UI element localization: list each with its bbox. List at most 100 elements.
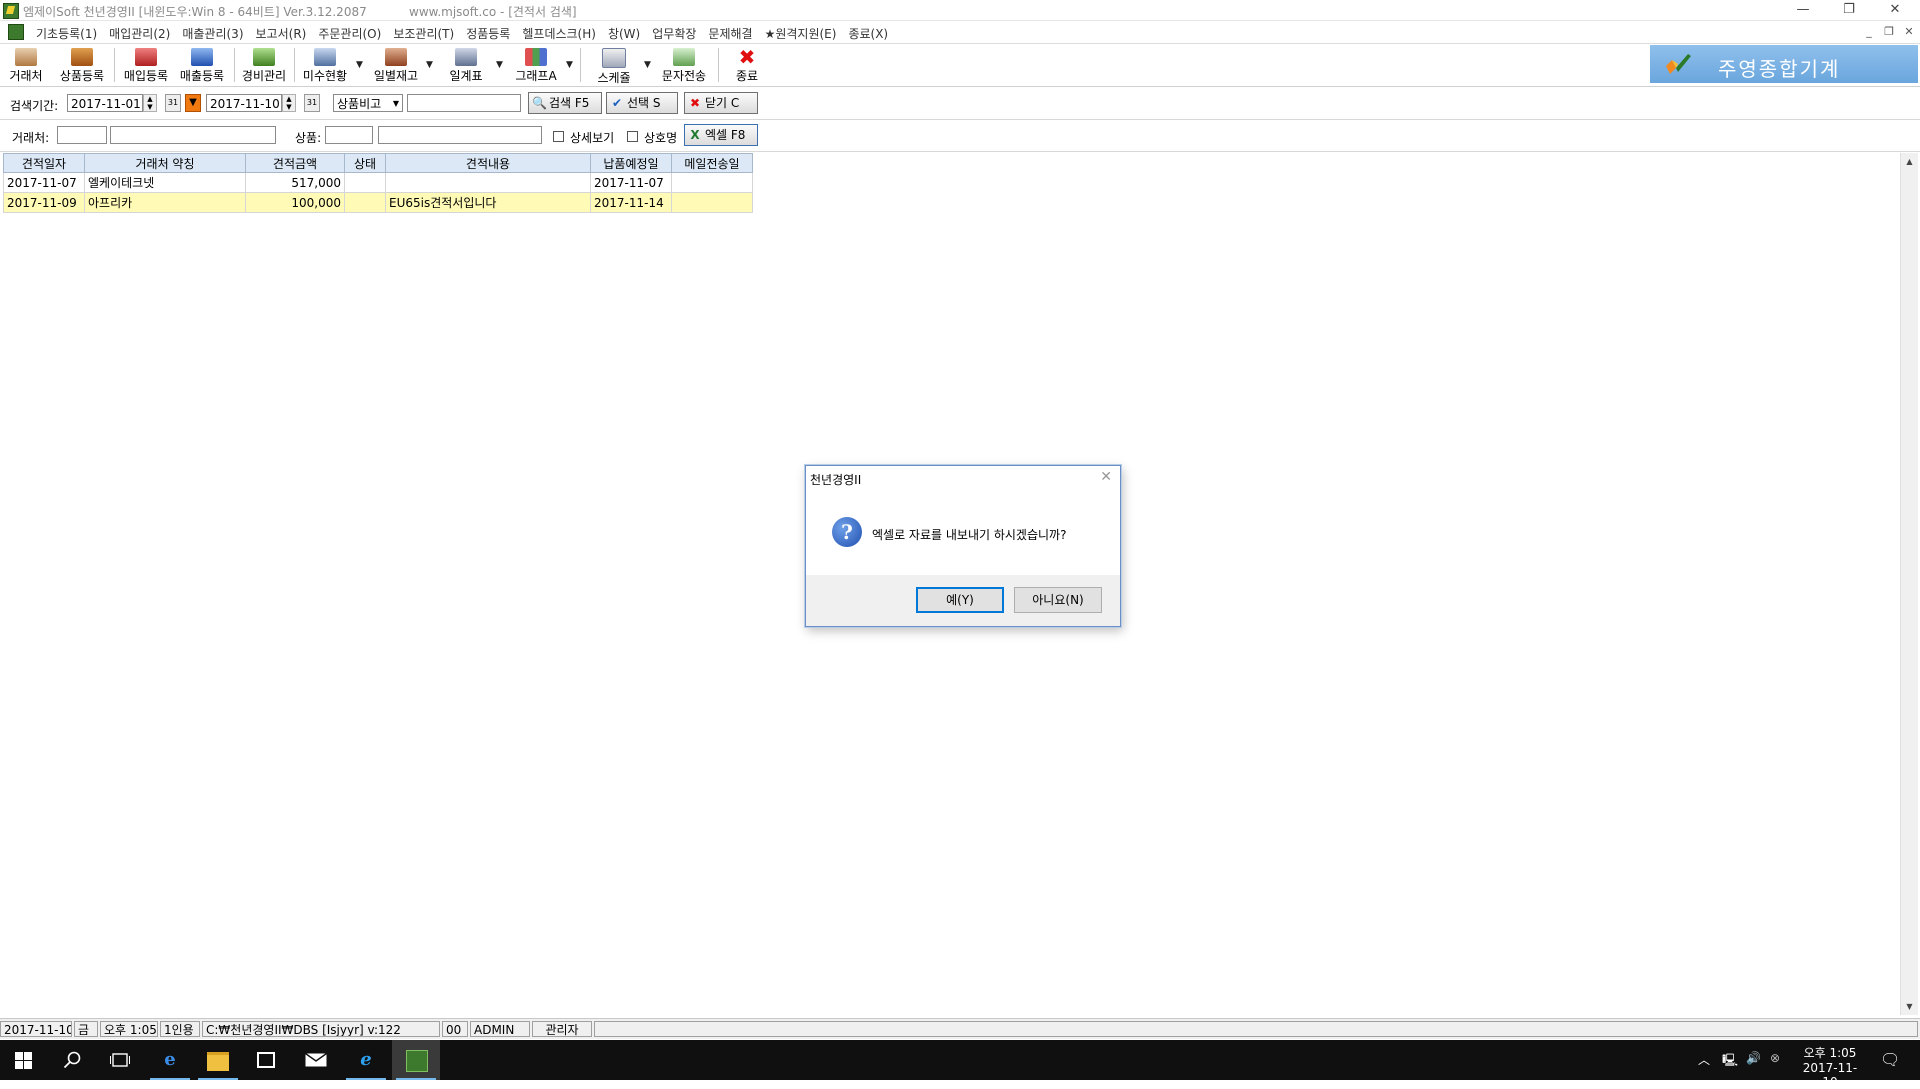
menu-auxiliary[interactable]: 보조관리(T) — [387, 23, 460, 44]
select-button[interactable]: ✔ 선택 S — [606, 92, 678, 114]
clock-time[interactable]: 오후 1:05 — [1798, 1044, 1862, 1061]
no-button[interactable]: 아니요(N) — [1014, 587, 1102, 613]
sales-register-button[interactable]: 매출등록 — [174, 46, 230, 84]
menu-purchase[interactable]: 매입관리(2) — [103, 23, 176, 44]
ime-icon[interactable]: ⊗ — [1770, 1051, 1780, 1065]
tray-chevron-icon[interactable]: ︿ — [1698, 1051, 1710, 1068]
notifications-icon[interactable]: 🗨 — [1880, 1050, 1900, 1069]
date-to-spinner[interactable]: ▲ ▼ — [282, 94, 296, 112]
cell-status[interactable] — [344, 192, 386, 213]
menu-reports[interactable]: 보고서(R) — [250, 23, 313, 44]
mdi-minimize-button[interactable]: _ — [1860, 24, 1878, 39]
volume-icon[interactable]: 🔊 — [1746, 1051, 1761, 1065]
edge-taskbar-button[interactable]: e — [146, 1040, 194, 1080]
menu-basic-registration[interactable]: 기초등록(1) — [30, 23, 103, 44]
clock-date[interactable]: 2017-11-10 — [1796, 1061, 1864, 1089]
dialog-close-icon[interactable]: ✕ — [1100, 469, 1112, 485]
cell-quote-date[interactable]: 2017-11-09 — [3, 192, 85, 213]
network-icon[interactable]: 🖳 — [1722, 1051, 1738, 1072]
menu-exit[interactable]: 종료(X) — [842, 23, 894, 44]
filter-value-input[interactable] — [407, 94, 521, 112]
cell-content[interactable] — [385, 172, 591, 193]
customer-code-input[interactable] — [57, 126, 107, 144]
cell-mail-date[interactable] — [671, 172, 753, 193]
cell-mail-date[interactable] — [671, 192, 753, 213]
schedule-dropdown[interactable]: ▼ — [644, 60, 652, 70]
restore-button[interactable]: ❐ — [1826, 0, 1872, 20]
filter-select[interactable]: 상품비고 ▼ — [333, 94, 403, 112]
menu-sales[interactable]: 매출관리(3) — [176, 23, 249, 44]
task-view-button[interactable] — [96, 1040, 144, 1080]
store-taskbar-button[interactable] — [242, 1040, 290, 1080]
purchase-register-button[interactable]: 매입등록 — [118, 46, 174, 84]
menu-helpdesk[interactable]: 헬프데스크(H) — [516, 23, 602, 44]
customer-name-input[interactable] — [110, 126, 276, 144]
cell-status[interactable] — [344, 172, 386, 193]
search-button[interactable]: 🔍 검색 F5 — [528, 92, 602, 114]
daily-report-dropdown[interactable]: ▼ — [496, 60, 504, 70]
ie-taskbar-button[interactable]: e — [342, 1040, 390, 1080]
customer-button[interactable]: 거래처 — [4, 46, 48, 84]
cell-customer[interactable]: 엘케이테크넷 — [84, 172, 246, 193]
cell-content[interactable]: EU65is견적서입니다 — [385, 192, 591, 213]
mail-taskbar-button[interactable] — [292, 1040, 340, 1080]
app-taskbar-button[interactable] — [392, 1040, 440, 1080]
mdi-app-icon[interactable] — [8, 24, 24, 40]
scroll-up-icon[interactable]: ▲ — [1901, 153, 1918, 170]
date-from-spinner[interactable]: ▲ ▼ — [143, 94, 157, 112]
mdi-close-button[interactable]: ✕ — [1900, 24, 1918, 39]
date-from-input[interactable]: 2017-11-01 — [67, 94, 143, 112]
col-status[interactable]: 상태 — [344, 153, 386, 173]
cell-amount[interactable]: 517,000 — [245, 172, 345, 193]
menu-orders[interactable]: 주문관리(O) — [312, 23, 387, 44]
excel-button[interactable]: X 엑셀 F8 — [684, 124, 758, 146]
menu-remote-support[interactable]: ★원격지원(E) — [759, 23, 843, 44]
date-to-input[interactable]: 2017-11-10 — [206, 94, 282, 112]
expense-button[interactable]: 경비관리 — [238, 46, 290, 84]
date-to-calendar-icon[interactable]: 31 — [304, 94, 320, 112]
menu-extension[interactable]: 업무확장 — [646, 23, 702, 44]
exit-button[interactable]: ✖ 종료 — [722, 46, 772, 84]
start-button[interactable] — [0, 1040, 48, 1080]
cell-delivery-date[interactable]: 2017-11-14 — [590, 192, 672, 213]
cell-amount[interactable]: 100,000 — [245, 192, 345, 213]
product-register-button[interactable]: 상품등록 — [54, 46, 110, 84]
schedule-button[interactable]: 스케쥴 — [584, 46, 644, 85]
table-row[interactable]: 2017-11-09 아프리카 100,000 EU65is견적서입니다 201… — [3, 192, 753, 213]
graph-dropdown[interactable]: ▼ — [566, 60, 574, 70]
col-mail-date[interactable]: 메일전송일 — [671, 153, 753, 173]
detail-view-checkbox[interactable] — [553, 131, 564, 142]
period-dropdown-button[interactable]: ▼ — [185, 94, 201, 112]
product-name-input[interactable] — [378, 126, 542, 144]
cell-delivery-date[interactable]: 2017-11-07 — [590, 172, 672, 193]
receivables-button[interactable]: 미수현황 — [298, 46, 352, 84]
graph-button[interactable]: 그래프A — [508, 46, 564, 84]
menu-troubleshoot[interactable]: 문제해결 — [702, 23, 758, 44]
daily-stock-dropdown[interactable]: ▼ — [426, 60, 434, 70]
receivables-dropdown[interactable]: ▼ — [356, 60, 364, 70]
product-code-input[interactable] — [325, 126, 373, 144]
col-content[interactable]: 견적내용 — [385, 153, 591, 173]
scroll-down-icon[interactable]: ▼ — [1901, 998, 1918, 1015]
menu-registration[interactable]: 정품등록 — [460, 23, 516, 44]
col-customer[interactable]: 거래처 약칭 — [84, 153, 246, 173]
close-button[interactable]: ✖ 닫기 C — [684, 92, 758, 114]
daily-stock-button[interactable]: 일별재고 — [368, 46, 424, 84]
col-delivery-date[interactable]: 납품예정일 — [590, 153, 672, 173]
mdi-restore-button[interactable]: ❐ — [1880, 24, 1898, 39]
col-quote-date[interactable]: 견적일자 — [3, 153, 85, 173]
date-from-calendar-icon[interactable]: 31 — [165, 94, 181, 112]
yes-button[interactable]: 예(Y) — [916, 587, 1004, 613]
col-amount[interactable]: 견적금액 — [245, 153, 345, 173]
minimize-button[interactable]: — — [1780, 0, 1826, 20]
menu-window[interactable]: 창(W) — [602, 23, 646, 44]
explorer-taskbar-button[interactable] — [194, 1040, 242, 1080]
cell-quote-date[interactable]: 2017-11-07 — [3, 172, 85, 193]
search-taskbar-button[interactable] — [48, 1040, 96, 1080]
table-row[interactable]: 2017-11-07 엘케이테크넷 517,000 2017-11-07 — [3, 172, 753, 193]
sms-button[interactable]: 문자전송 — [656, 46, 712, 84]
close-window-button[interactable]: ✕ — [1872, 0, 1918, 20]
daily-report-button[interactable]: 일계표 — [440, 46, 492, 84]
vertical-scrollbar[interactable]: ▲ ▼ — [1900, 153, 1918, 1015]
cell-customer[interactable]: 아프리카 — [84, 192, 246, 213]
